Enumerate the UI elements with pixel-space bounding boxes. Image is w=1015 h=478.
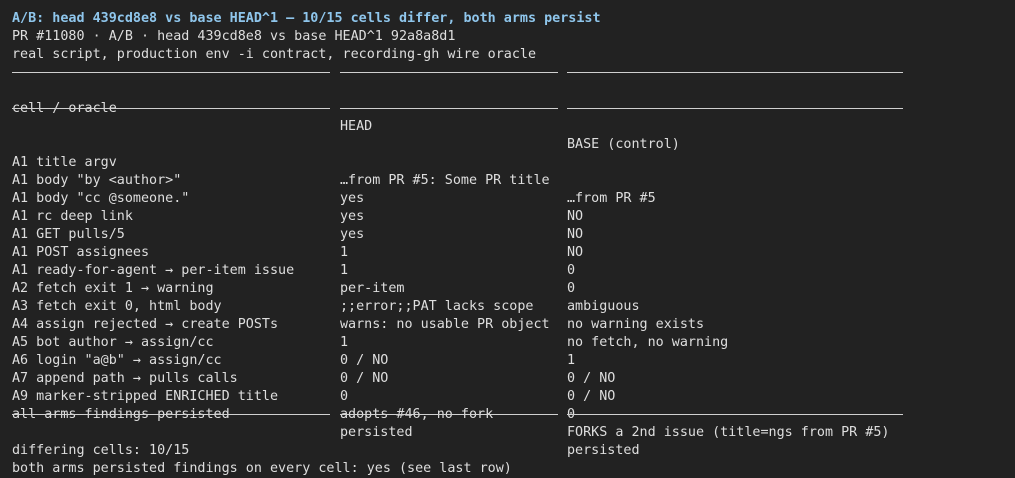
table-row: A9 marker-stripped ENRICHED title adopts… (12, 370, 1007, 440)
rule-segment (567, 414, 903, 415)
table-row: A1 ready-for-agent → per-item issue per-… (12, 244, 1007, 314)
rule-segment (340, 72, 558, 73)
rule-segment (567, 108, 903, 109)
table-body: A1 title argv …from PR #5: Some PR title… (12, 136, 1007, 458)
table-row: A3 fetch exit 0, html body warns: no usa… (12, 280, 1007, 350)
summary-differing: differing cells: 10/15 (12, 443, 190, 458)
table-row: A2 fetch exit 1 → warning ;;error;;PAT l… (12, 262, 1007, 332)
cell-base: FORKS a 2nd issue (title=ngs from PR #5) (567, 425, 890, 440)
table-row: all arms findings persisted persisted pe… (12, 388, 1007, 458)
table-row: A1 POST assignees 1 0 (12, 226, 1007, 296)
terminal-output: A/B: head 439cd8e8 vs base HEAD^1 — 10/1… (12, 10, 1007, 478)
table-row: A1 rc deep link yes NO (12, 190, 1007, 260)
table-row: A1 body "cc @someone." yes NO (12, 172, 1007, 242)
table-top-rule (12, 64, 1007, 82)
rule-segment (12, 414, 330, 415)
table-row: A1 GET pulls/5 1 0 (12, 208, 1007, 278)
table-row: A5 bot author → assign/cc 0 / NO 0 / NO (12, 316, 1007, 386)
rule-segment (340, 108, 558, 109)
cell-head: persisted (340, 425, 413, 440)
cell-base: persisted (567, 443, 640, 458)
rule-segment (12, 72, 330, 73)
table-row: A6 login "a@b" → assign/cc 0 / NO 0 / NO (12, 334, 1007, 404)
rule-segment (340, 414, 558, 415)
column-header-head: HEAD (340, 119, 373, 134)
table-row: A1 body "by <author>" yes NO (12, 154, 1007, 224)
table-header-row: cell / oracle HEAD BASE (control) (12, 82, 1007, 152)
table-row: A4 assign rejected → create POSTs 1 1 (12, 298, 1007, 368)
table-header-rule (12, 100, 1007, 118)
rule-segment (12, 108, 330, 109)
table-row: A7 append path → pulls calls 0 0 (12, 352, 1007, 422)
table-row: A1 title argv …from PR #5: Some PR title… (12, 136, 1007, 206)
table-bottom-rule (12, 406, 1007, 424)
report-title: A/B: head 439cd8e8 vs base HEAD^1 — 10/1… (12, 11, 601, 26)
summary-persisted: both arms persisted findings on every ce… (12, 461, 512, 476)
report-subtitle: PR #11080 · A/B · head 439cd8e8 vs base … (12, 29, 456, 44)
rule-segment (567, 72, 903, 73)
report-context: real script, production env -i contract,… (12, 47, 537, 62)
